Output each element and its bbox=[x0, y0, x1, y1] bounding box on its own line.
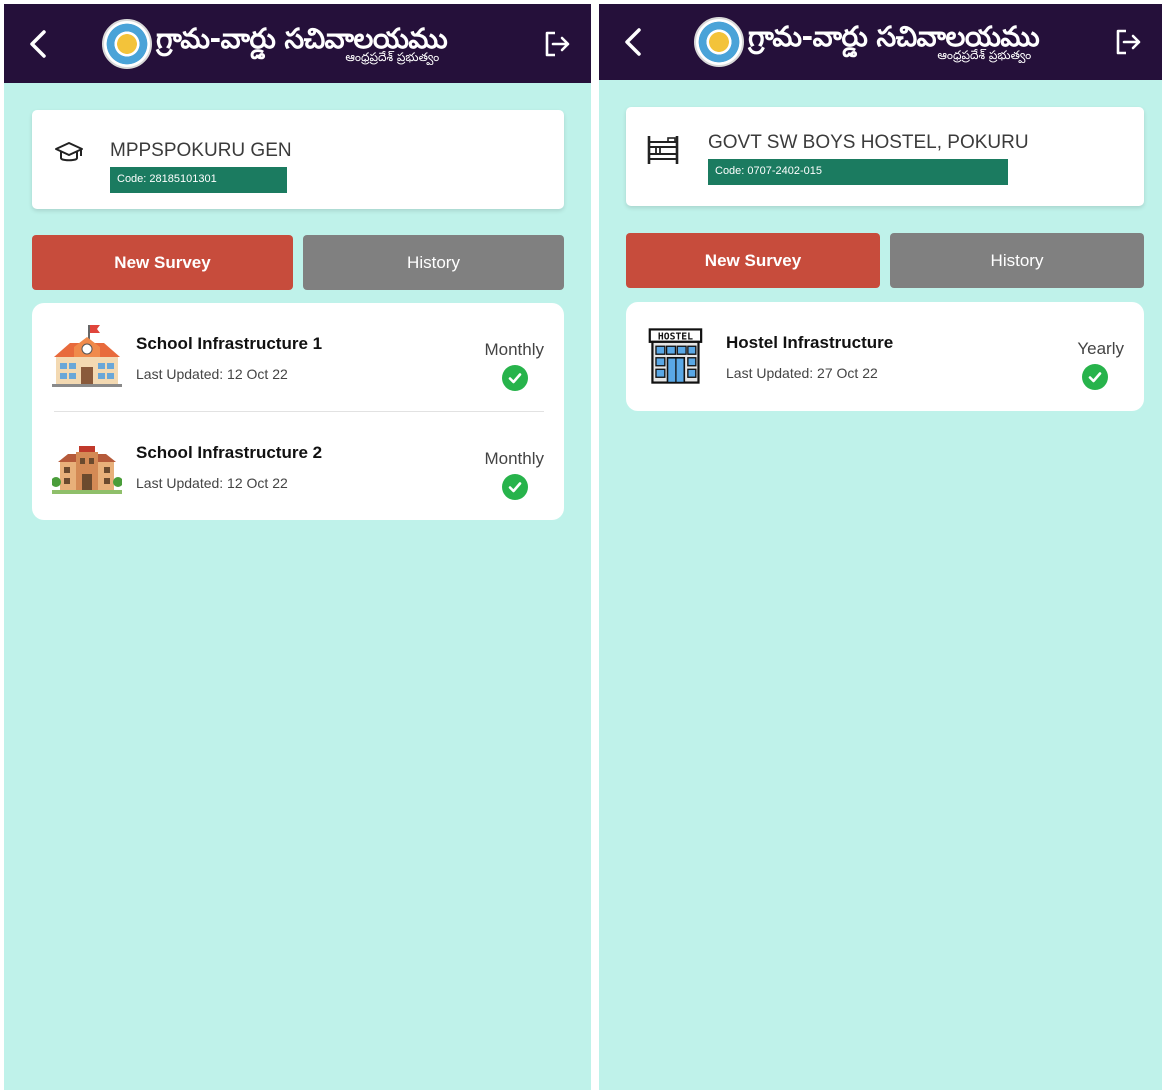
app-title: గ్రామ-వార్డు సచివాలయము bbox=[156, 21, 448, 55]
history-tab[interactable]: History bbox=[303, 235, 564, 290]
graduation-cap-icon bbox=[52, 136, 86, 170]
institution-name: GOVT SW BOYS HOSTEL, POKURU bbox=[708, 132, 1029, 153]
survey-last-updated: Last Updated: 12 Oct 22 bbox=[136, 366, 288, 382]
survey-frequency: Yearly bbox=[1077, 339, 1124, 358]
institution-card: MPPSPOKURU GEN Code: 28185101301 bbox=[32, 110, 564, 209]
survey-title: School Infrastructure 1 bbox=[136, 334, 323, 353]
survey-frequency: Monthly bbox=[484, 449, 544, 468]
chevron-left-icon bbox=[625, 28, 641, 56]
institution-card: GOVT SW BOYS HOSTEL, POKURU Code: 0707-2… bbox=[626, 107, 1144, 206]
school-building-icon bbox=[52, 446, 122, 494]
survey-list: HOSTEL Hostel Infrastructure Last Update… bbox=[626, 302, 1144, 411]
hostel-building-icon: HOSTEL bbox=[648, 328, 703, 384]
app-bar: గ్రామ-వార్డు సచివాలయము ఆంధ్రప్రదేశ్ ప్రభ… bbox=[4, 4, 591, 83]
app-bar: గ్రామ-వార్డు సచివాలయము ఆంధ్రప్రదేశ్ ప్రభ… bbox=[599, 4, 1162, 80]
app-brand: గ్రామ-వార్డు సచివాలయము ఆంధ్రప్రదేశ్ ప్రభ… bbox=[694, 17, 1040, 67]
survey-frequency: Monthly bbox=[484, 340, 544, 359]
survey-item-school-infrastructure-1[interactable]: School Infrastructure 1 Last Updated: 12… bbox=[32, 303, 564, 411]
logout-arrow-icon bbox=[1116, 29, 1141, 55]
app-title: గ్రామ-వార్డు సచివాలయము bbox=[748, 20, 1040, 53]
bunk-bed-icon bbox=[646, 133, 680, 167]
survey-last-updated: Last Updated: 12 Oct 22 bbox=[136, 475, 288, 491]
school-building-icon bbox=[52, 325, 122, 387]
survey-last-updated: Last Updated: 27 Oct 22 bbox=[726, 365, 878, 381]
survey-item-school-infrastructure-2[interactable]: School Infrastructure 2 Last Updated: 12… bbox=[32, 412, 564, 520]
history-tab[interactable]: History bbox=[890, 233, 1144, 288]
check-circle-icon bbox=[1082, 364, 1108, 390]
survey-title: School Infrastructure 2 bbox=[136, 443, 323, 462]
state-emblem-icon bbox=[694, 17, 744, 67]
new-survey-tab[interactable]: New Survey bbox=[32, 235, 293, 290]
app-brand: గ్రామ-వార్డు సచివాలయము ఆంధ్రప్రదేశ్ ప్రభ… bbox=[102, 18, 448, 69]
institution-code: Code: 0707-2402-015 bbox=[708, 159, 1008, 185]
logout-button[interactable] bbox=[1108, 4, 1148, 80]
left-screen: గ్రామ-వార్డు సచివాలయము ఆంధ్రప్రదేశ్ ప్రభ… bbox=[4, 4, 591, 1090]
logout-button[interactable] bbox=[537, 4, 577, 83]
survey-item-hostel-infrastructure[interactable]: HOSTEL Hostel Infrastructure Last Update… bbox=[626, 302, 1144, 410]
institution-code: Code: 28185101301 bbox=[110, 167, 287, 193]
survey-list: School Infrastructure 1 Last Updated: 12… bbox=[32, 303, 564, 520]
institution-name: MPPSPOKURU GEN bbox=[110, 140, 292, 161]
check-circle-icon bbox=[502, 474, 528, 500]
check-circle-icon bbox=[502, 365, 528, 391]
survey-title: Hostel Infrastructure bbox=[726, 333, 894, 352]
logout-arrow-icon bbox=[545, 31, 570, 56]
chevron-left-icon bbox=[30, 29, 46, 58]
state-emblem-icon bbox=[102, 18, 152, 69]
new-survey-tab[interactable]: New Survey bbox=[626, 233, 880, 288]
back-button[interactable] bbox=[613, 4, 653, 80]
back-button[interactable] bbox=[18, 4, 58, 83]
right-screen: గ్రామ-వార్డు సచివాలయము ఆంధ్రప్రదేశ్ ప్రభ… bbox=[599, 4, 1162, 1090]
